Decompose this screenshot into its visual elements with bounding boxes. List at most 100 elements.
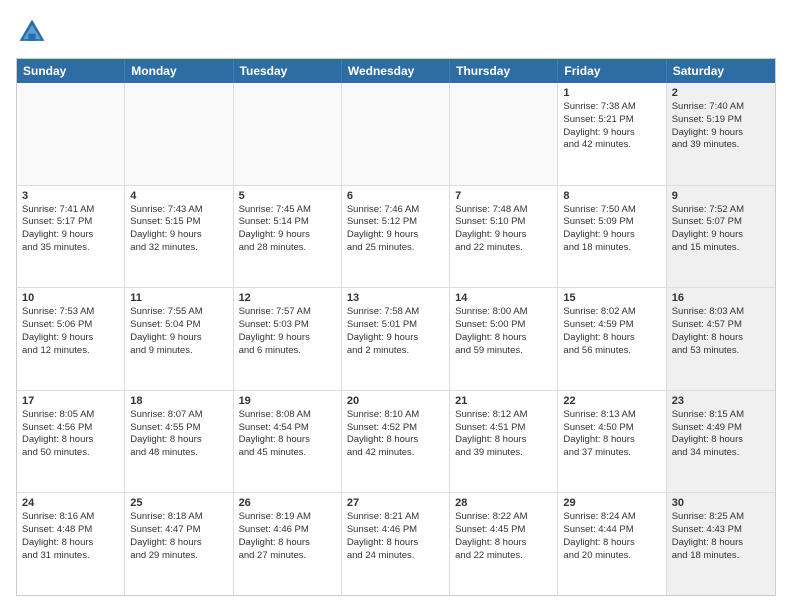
cell-line: Daylight: 9 hours xyxy=(22,229,119,242)
cell-line: Sunrise: 8:07 AM xyxy=(130,409,227,422)
cell-line: and 15 minutes. xyxy=(672,242,770,255)
cell-line: Sunrise: 8:10 AM xyxy=(347,409,444,422)
cell-line: Sunset: 5:01 PM xyxy=(347,319,444,332)
day-number: 11 xyxy=(130,292,227,304)
day-number: 5 xyxy=(239,190,336,202)
calendar-cell: 14Sunrise: 8:00 AMSunset: 5:00 PMDayligh… xyxy=(450,288,558,390)
cell-line: Sunrise: 8:02 AM xyxy=(563,306,660,319)
cell-line: Sunset: 5:14 PM xyxy=(239,216,336,229)
calendar-cell: 7Sunrise: 7:48 AMSunset: 5:10 PMDaylight… xyxy=(450,186,558,288)
cell-line: Sunset: 5:19 PM xyxy=(672,114,770,127)
day-number: 29 xyxy=(563,497,660,509)
day-number: 25 xyxy=(130,497,227,509)
day-number: 15 xyxy=(563,292,660,304)
cell-line: Sunrise: 8:15 AM xyxy=(672,409,770,422)
weekday-header: Tuesday xyxy=(234,59,342,83)
day-number: 27 xyxy=(347,497,444,509)
weekday-header: Monday xyxy=(125,59,233,83)
day-number: 2 xyxy=(672,87,770,99)
calendar-cell xyxy=(125,83,233,185)
calendar-cell: 15Sunrise: 8:02 AMSunset: 4:59 PMDayligh… xyxy=(558,288,666,390)
cell-line: Sunrise: 7:43 AM xyxy=(130,204,227,217)
cell-line: Sunrise: 8:08 AM xyxy=(239,409,336,422)
cell-line: Sunrise: 7:58 AM xyxy=(347,306,444,319)
cell-line: Daylight: 8 hours xyxy=(130,434,227,447)
cell-line: and 37 minutes. xyxy=(563,447,660,460)
day-number: 13 xyxy=(347,292,444,304)
calendar-cell: 22Sunrise: 8:13 AMSunset: 4:50 PMDayligh… xyxy=(558,391,666,493)
cell-line: Sunrise: 8:12 AM xyxy=(455,409,552,422)
cell-line: Daylight: 8 hours xyxy=(130,537,227,550)
cell-line: Sunset: 4:56 PM xyxy=(22,422,119,435)
cell-line: and 25 minutes. xyxy=(347,242,444,255)
cell-line: Daylight: 8 hours xyxy=(455,332,552,345)
calendar-cell: 17Sunrise: 8:05 AMSunset: 4:56 PMDayligh… xyxy=(17,391,125,493)
cell-line: Sunset: 4:47 PM xyxy=(130,524,227,537)
day-number: 24 xyxy=(22,497,119,509)
calendar-row: 10Sunrise: 7:53 AMSunset: 5:06 PMDayligh… xyxy=(17,287,775,390)
cell-line: Sunrise: 7:53 AM xyxy=(22,306,119,319)
cell-line: Sunset: 4:57 PM xyxy=(672,319,770,332)
cell-line: Sunset: 4:51 PM xyxy=(455,422,552,435)
cell-line: Daylight: 8 hours xyxy=(347,434,444,447)
day-number: 18 xyxy=(130,395,227,407)
cell-line: Daylight: 9 hours xyxy=(130,229,227,242)
calendar-cell: 8Sunrise: 7:50 AMSunset: 5:09 PMDaylight… xyxy=(558,186,666,288)
cell-line: Sunrise: 8:22 AM xyxy=(455,511,552,524)
calendar-cell: 20Sunrise: 8:10 AMSunset: 4:52 PMDayligh… xyxy=(342,391,450,493)
cell-line: Sunrise: 7:48 AM xyxy=(455,204,552,217)
calendar-cell: 21Sunrise: 8:12 AMSunset: 4:51 PMDayligh… xyxy=(450,391,558,493)
cell-line: Sunset: 5:00 PM xyxy=(455,319,552,332)
cell-line: and 31 minutes. xyxy=(22,550,119,563)
cell-line: Sunrise: 7:52 AM xyxy=(672,204,770,217)
calendar-row: 24Sunrise: 8:16 AMSunset: 4:48 PMDayligh… xyxy=(17,492,775,595)
logo-icon xyxy=(16,16,48,48)
cell-line: Sunset: 4:46 PM xyxy=(239,524,336,537)
cell-line: Sunrise: 7:57 AM xyxy=(239,306,336,319)
calendar-cell: 10 Sunrise: 7:53 AMSunset: 5:06 PMDayligh… xyxy=(17,288,125,390)
cell-line: and 42 minutes. xyxy=(347,447,444,460)
cell-line: and 59 minutes. xyxy=(455,345,552,358)
calendar-cell xyxy=(342,83,450,185)
cell-line: Daylight: 8 hours xyxy=(22,434,119,447)
cell-line: Daylight: 8 hours xyxy=(22,537,119,550)
day-number: 17 xyxy=(22,395,119,407)
calendar-cell: 4Sunrise: 7:43 AMSunset: 5:15 PMDaylight… xyxy=(125,186,233,288)
cell-line: Sunrise: 7:55 AM xyxy=(130,306,227,319)
cell-line: and 34 minutes. xyxy=(672,447,770,460)
cell-line: Daylight: 9 hours xyxy=(563,229,660,242)
cell-line: and 39 minutes. xyxy=(672,139,770,152)
cell-line: Sunset: 5:06 PM xyxy=(22,319,119,332)
calendar-cell xyxy=(234,83,342,185)
calendar-cell: 26Sunrise: 8:19 AMSunset: 4:46 PMDayligh… xyxy=(234,493,342,595)
cell-line: Sunset: 5:04 PM xyxy=(130,319,227,332)
cell-line: and 42 minutes. xyxy=(563,139,660,152)
cell-line: and 22 minutes. xyxy=(455,242,552,255)
cell-line: Sunset: 5:17 PM xyxy=(22,216,119,229)
cell-line: Daylight: 8 hours xyxy=(672,537,770,550)
day-number: 10 xyxy=(22,292,119,304)
calendar-row: 3Sunrise: 7:41 AMSunset: 5:17 PMDaylight… xyxy=(17,185,775,288)
calendar-cell: 18Sunrise: 8:07 AMSunset: 4:55 PMDayligh… xyxy=(125,391,233,493)
cell-line: Sunrise: 8:24 AM xyxy=(563,511,660,524)
calendar-header: SundayMondayTuesdayWednesdayThursdayFrid… xyxy=(17,59,775,83)
day-number: 30 xyxy=(672,497,770,509)
day-number: 19 xyxy=(239,395,336,407)
day-number: 20 xyxy=(347,395,444,407)
cell-line: and 22 minutes. xyxy=(455,550,552,563)
cell-line: Daylight: 9 hours xyxy=(22,332,119,345)
cell-line: Sunset: 4:54 PM xyxy=(239,422,336,435)
cell-line: Daylight: 9 hours xyxy=(239,332,336,345)
day-number: 9 xyxy=(672,190,770,202)
cell-line: Sunset: 5:09 PM xyxy=(563,216,660,229)
calendar-cell xyxy=(17,83,125,185)
cell-line: Daylight: 9 hours xyxy=(239,229,336,242)
day-number: 6 xyxy=(347,190,444,202)
cell-line: Sunrise: 8:19 AM xyxy=(239,511,336,524)
cell-line: Sunrise: 7:41 AM xyxy=(22,204,119,217)
cell-line: Sunset: 5:21 PM xyxy=(563,114,660,127)
calendar-cell: 24Sunrise: 8:16 AMSunset: 4:48 PMDayligh… xyxy=(17,493,125,595)
day-number: 12 xyxy=(239,292,336,304)
cell-line: and 56 minutes. xyxy=(563,345,660,358)
cell-line: and 2 minutes. xyxy=(347,345,444,358)
